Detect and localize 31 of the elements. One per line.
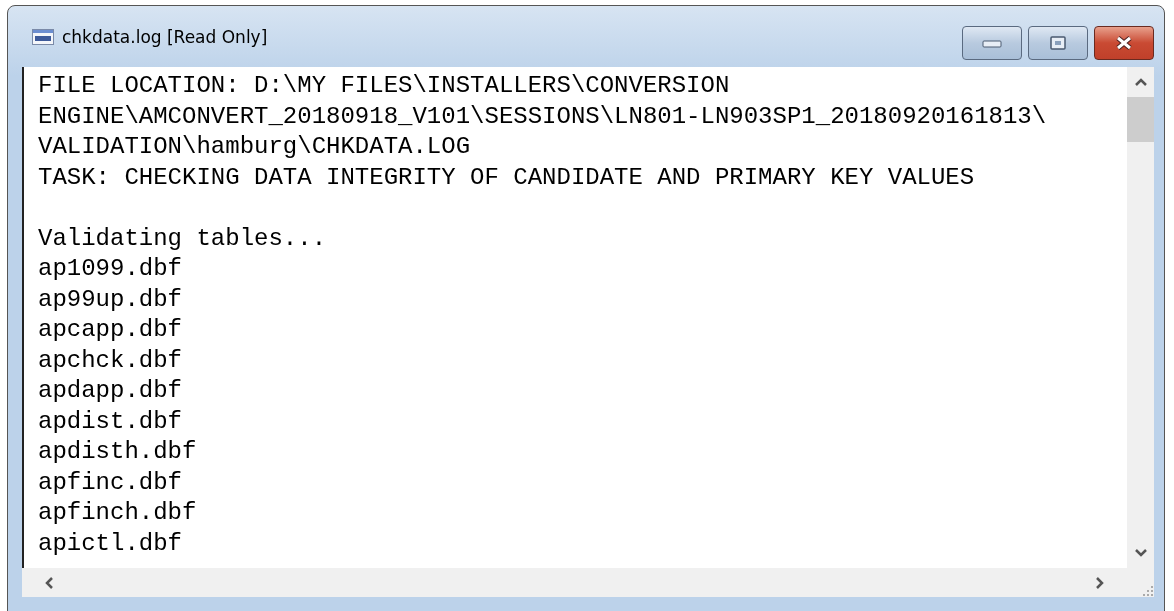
minimize-icon	[981, 38, 1003, 48]
log-line: apictl.dbf	[38, 528, 184, 559]
maximize-icon	[1047, 35, 1069, 51]
log-line: apfinc.dbf	[38, 467, 184, 498]
text-file-icon	[32, 28, 54, 45]
resize-grip-icon[interactable]	[1140, 583, 1154, 597]
vertical-scrollbar[interactable]	[1127, 67, 1154, 569]
log-line: Validating tables...	[38, 223, 328, 254]
log-line: apdisth.dbf	[38, 437, 198, 467]
log-line: ap99up.dbf	[38, 284, 184, 315]
log-line: apfinch.dbf	[38, 498, 198, 528]
close-button[interactable]	[1094, 26, 1154, 60]
text-area[interactable]	[22, 67, 1127, 569]
minimize-button[interactable]	[962, 26, 1022, 60]
scroll-down-icon[interactable]	[1133, 548, 1148, 559]
log-line: ap1099.dbf	[38, 254, 184, 284]
log-line: ENGINE\AMCONVERT_20180918_V101\SESSIONS\LN801-LN903SP1_20180920161813\	[38, 101, 1048, 132]
scroll-left-icon[interactable]	[44, 575, 54, 590]
log-line: FILE LOCATION: D:\MY FILES\INSTALLERS\CONVERSION	[38, 71, 731, 101]
log-line: apdist.dbf	[38, 406, 184, 437]
window-title: chkdata.log [Read Only]	[62, 26, 268, 47]
log-line: apchck.dbf	[38, 345, 184, 376]
scroll-up-icon[interactable]	[1133, 77, 1148, 87]
log-line: apdapp.dbf	[38, 376, 184, 406]
horizontal-scrollbar[interactable]	[22, 568, 1127, 597]
log-line: apcapp.dbf	[38, 315, 184, 345]
maximize-button[interactable]	[1028, 26, 1088, 60]
log-line: TASK: CHECKING DATA INTEGRITY OF CANDIDATE AND PRIMARY KEY VALUES	[38, 162, 976, 193]
scrollbar-thumb[interactable]	[1127, 97, 1154, 142]
log-line: VALIDATION\hamburg\CHKDATA.LOG	[38, 132, 472, 162]
scroll-right-icon[interactable]	[1095, 575, 1105, 590]
